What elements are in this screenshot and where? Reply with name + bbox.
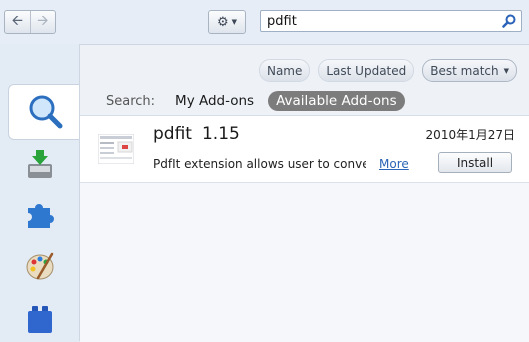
addon-description: PdfIt extension allows user to conve... bbox=[153, 157, 366, 171]
scope-available-addons[interactable]: Available Add-ons bbox=[268, 91, 405, 111]
addon-name: pdfit bbox=[153, 124, 192, 144]
category-extensions-download[interactable] bbox=[10, 148, 70, 180]
back-arrow-icon: 🡨 bbox=[11, 13, 23, 29]
sort-by-name-button[interactable]: Name bbox=[258, 59, 311, 82]
search-scope-label: Search: bbox=[106, 93, 156, 109]
category-sidebar bbox=[0, 44, 81, 341]
addon-date: 2010年1月27日 bbox=[425, 128, 515, 142]
sort-label: Name bbox=[266, 63, 303, 78]
search-scope: Search: My Add-ons Available Add-ons bbox=[106, 91, 405, 111]
lego-brick-icon bbox=[28, 306, 52, 333]
back-button[interactable]: 🡨 bbox=[5, 11, 30, 33]
download-tray-icon bbox=[28, 150, 52, 178]
addon-version: 1.15 bbox=[201, 124, 240, 144]
sort-label: Best match bbox=[430, 63, 499, 78]
install-button[interactable]: Install bbox=[438, 152, 512, 173]
main-panel: Name Last Updated Best match ▼ Search: M… bbox=[79, 44, 529, 342]
gear-icon: ⚙ bbox=[216, 14, 229, 30]
category-plugins[interactable] bbox=[10, 302, 70, 336]
search-icon[interactable] bbox=[501, 13, 517, 29]
puzzle-piece-icon bbox=[28, 204, 54, 228]
palette-icon bbox=[26, 252, 54, 280]
sort-bar: Name Last Updated Best match ▼ bbox=[258, 59, 517, 82]
install-label: Install bbox=[456, 155, 494, 170]
forward-arrow-icon: 🡪 bbox=[37, 13, 49, 29]
tools-menu-button[interactable]: ⚙ ▼ bbox=[208, 10, 246, 34]
sort-by-last-updated-button[interactable]: Last Updated bbox=[318, 59, 415, 82]
chevron-down-icon: ▼ bbox=[503, 66, 509, 75]
category-extensions[interactable] bbox=[10, 198, 70, 230]
sort-by-best-match-button[interactable]: Best match ▼ bbox=[422, 59, 517, 82]
category-appearance[interactable] bbox=[10, 250, 70, 282]
chevron-down-icon: ▼ bbox=[231, 18, 238, 26]
addon-thumbnail bbox=[98, 134, 134, 164]
category-get-addons[interactable] bbox=[8, 84, 81, 140]
search-input[interactable] bbox=[267, 13, 495, 29]
more-link[interactable]: More bbox=[379, 157, 409, 171]
list-item[interactable]: pdfit 1.15 2010年1月27日 PdfIt extension al… bbox=[80, 116, 529, 183]
scope-my-addons[interactable]: My Add-ons bbox=[167, 91, 262, 111]
addon-title: pdfit 1.15 bbox=[153, 124, 240, 144]
results-list: pdfit 1.15 2010年1月27日 PdfIt extension al… bbox=[80, 115, 529, 342]
search-box bbox=[260, 10, 522, 32]
toolbar: 🡨 🡪 ⚙ ▼ bbox=[0, 0, 529, 44]
navigation-buttons: 🡨 🡪 bbox=[4, 10, 56, 34]
get-addons-search-icon bbox=[29, 95, 63, 129]
sort-label: Last Updated bbox=[326, 63, 407, 78]
forward-button[interactable]: 🡪 bbox=[29, 11, 56, 33]
